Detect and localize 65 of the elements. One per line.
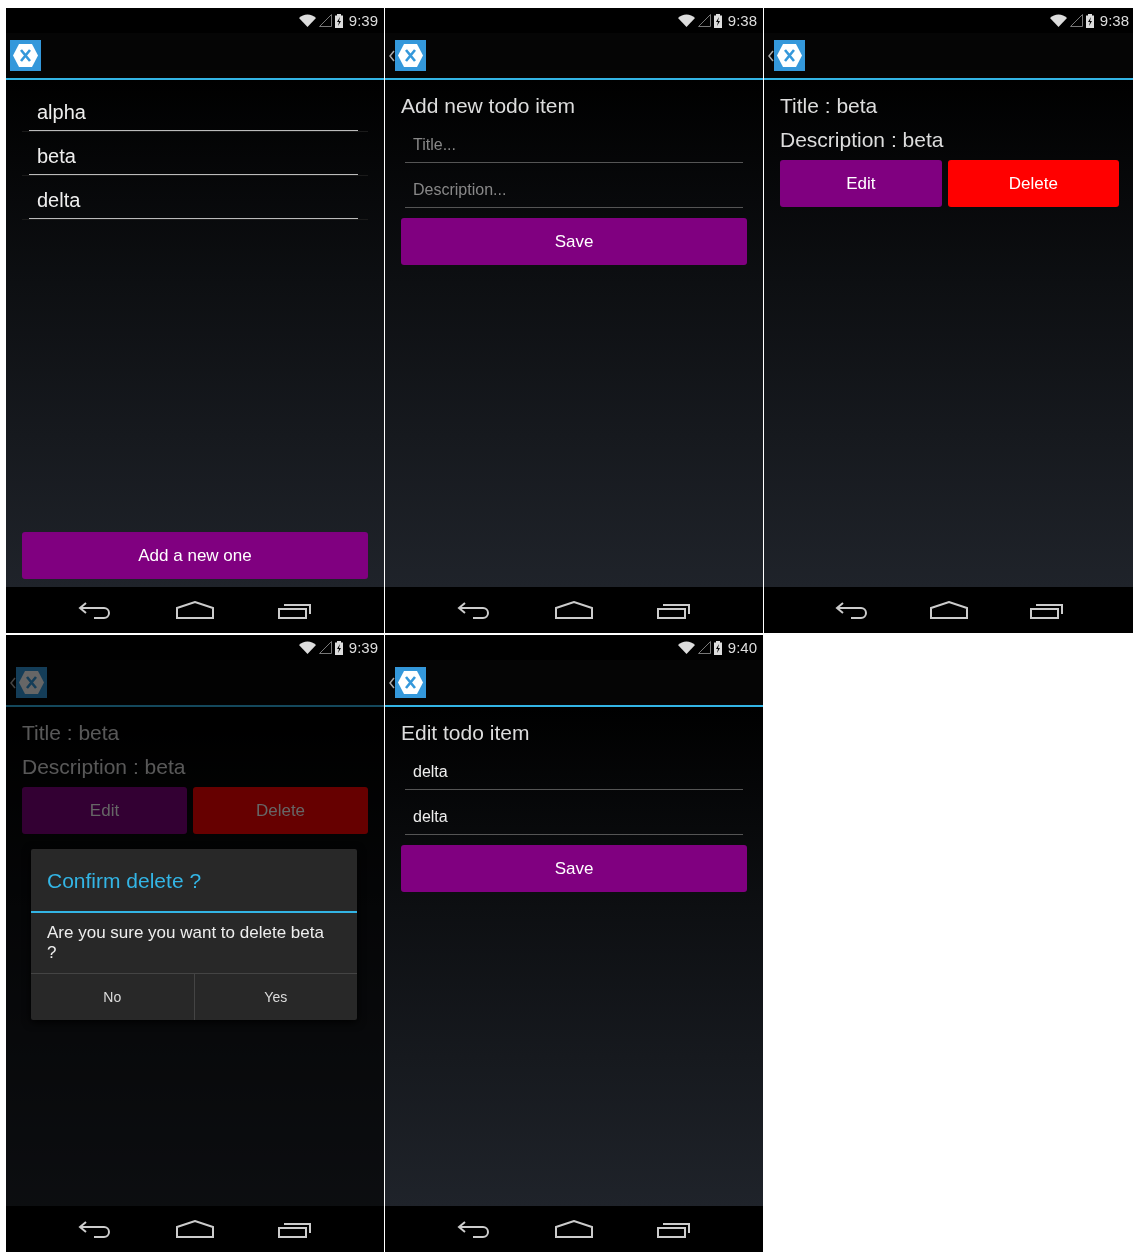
wifi-icon — [298, 14, 316, 27]
save-button[interactable]: Save — [401, 845, 747, 892]
todo-item[interactable]: delta — [29, 189, 358, 219]
detail-text: Title : beta — [780, 94, 879, 118]
app-logo-icon — [10, 40, 41, 71]
home-icon[interactable] — [176, 601, 214, 619]
recent-apps-icon[interactable] — [657, 1220, 691, 1238]
recent-apps-icon[interactable] — [278, 601, 312, 619]
signal-icon — [697, 641, 711, 654]
detail-text: Description : beta — [22, 755, 187, 779]
form-heading: Add new todo item — [401, 94, 576, 118]
wifi-icon — [677, 14, 695, 27]
status-time: 9:38 — [727, 12, 757, 29]
input-field[interactable]: Title... — [405, 128, 743, 163]
battery-icon — [334, 13, 343, 28]
dialog-message: Are you sure you want to delete beta ? — [46, 922, 325, 964]
action-button[interactable]: Delete — [947, 160, 1119, 207]
app-logo-icon — [395, 667, 426, 698]
detail-text: Title : beta — [22, 721, 121, 745]
recent-apps-icon[interactable] — [1030, 601, 1065, 619]
wifi-icon — [1049, 14, 1067, 27]
app-logo-icon — [16, 667, 47, 698]
dialog-button[interactable]: Yes — [193, 974, 357, 1020]
back-chevron-icon[interactable] — [389, 676, 395, 689]
back-icon[interactable] — [457, 601, 491, 619]
add-button[interactable]: Add a new one — [22, 532, 368, 579]
signal-icon — [1069, 14, 1083, 27]
signal-icon — [318, 14, 332, 27]
back-chevron-icon[interactable] — [389, 49, 395, 62]
todo-item[interactable]: alpha — [29, 101, 358, 131]
wifi-icon — [677, 641, 695, 654]
signal-icon — [318, 641, 332, 654]
todo-item[interactable]: beta — [29, 145, 358, 175]
dialog-button[interactable]: No — [31, 974, 194, 1020]
input-field[interactable]: delta — [405, 800, 743, 835]
back-icon[interactable] — [78, 1220, 112, 1238]
app-logo-icon — [395, 40, 426, 71]
status-time: 9:39 — [348, 639, 378, 656]
battery-icon — [713, 640, 722, 655]
back-icon[interactable] — [457, 1220, 491, 1238]
home-icon[interactable] — [930, 601, 969, 619]
dialog-title: Confirm delete ? — [31, 849, 357, 913]
battery-icon — [334, 640, 343, 655]
battery-icon — [1085, 13, 1094, 28]
app-logo-icon — [774, 40, 805, 71]
home-icon[interactable] — [555, 1220, 593, 1238]
status-time: 9:39 — [348, 12, 378, 29]
signal-icon — [697, 14, 711, 27]
back-icon[interactable] — [78, 601, 112, 619]
save-button[interactable]: Save — [401, 218, 747, 265]
wifi-icon — [298, 641, 316, 654]
home-icon[interactable] — [555, 601, 593, 619]
home-icon[interactable] — [176, 1220, 214, 1238]
status-time: 9:38 — [1099, 12, 1129, 29]
form-heading: Edit todo item — [401, 721, 531, 745]
input-field[interactable]: Description... — [405, 173, 743, 208]
recent-apps-icon[interactable] — [278, 1220, 312, 1238]
battery-icon — [713, 13, 722, 28]
recent-apps-icon[interactable] — [657, 601, 691, 619]
action-button[interactable]: Edit — [780, 160, 942, 207]
back-icon[interactable] — [834, 601, 869, 619]
status-time: 9:40 — [727, 639, 757, 656]
back-chevron-icon[interactable] — [768, 49, 774, 62]
detail-text: Description : beta — [780, 128, 945, 152]
input-field[interactable]: delta — [405, 755, 743, 790]
